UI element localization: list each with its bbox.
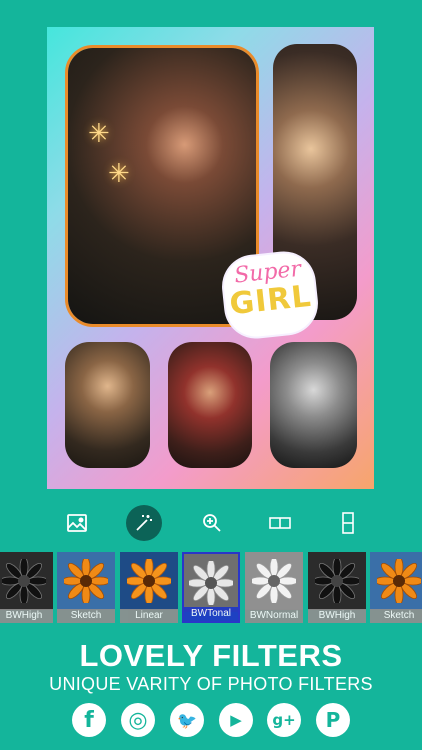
magic-wand-icon[interactable] <box>126 505 162 541</box>
pinterest-icon[interactable]: P <box>316 703 350 737</box>
split-horizontal-icon[interactable] <box>262 505 298 541</box>
collage-photo-3[interactable] <box>65 342 150 468</box>
sparkler-glow: ✳ <box>108 158 130 188</box>
pinterest-glyph: P <box>325 708 341 732</box>
filter-thumb-sketch[interactable]: Sketch <box>57 552 115 623</box>
promo-subline: UNIQUE VARITY OF PHOTO FILTERS <box>49 674 373 694</box>
zoom-icon[interactable] <box>194 505 230 541</box>
flower-preview <box>189 561 233 605</box>
filter-label: Sketch <box>57 609 115 623</box>
filter-label: BWTonal <box>184 607 238 621</box>
super-girl-sticker[interactable]: Super GIRL <box>221 250 319 340</box>
sparkler-glow: ✳ <box>88 118 110 148</box>
edit-toolbar <box>0 502 422 544</box>
filter-thumb-bwnormal[interactable]: BWNormal <box>245 552 303 623</box>
split-vertical-icon[interactable] <box>330 505 366 541</box>
flower-preview <box>315 559 359 603</box>
google-plus-icon[interactable]: g+ <box>267 703 301 737</box>
filter-thumb-bwtonal[interactable]: BWTonal <box>182 552 240 623</box>
filter-label: Linear <box>120 609 178 623</box>
youtube-glyph: ▶ <box>230 711 242 729</box>
flower-preview <box>252 559 296 603</box>
filter-thumb-linear[interactable]: Linear <box>120 552 178 623</box>
collage-photo-5[interactable] <box>270 342 357 468</box>
flower-preview <box>64 559 108 603</box>
filter-label: BWHigh <box>308 609 366 623</box>
flower-preview <box>2 559 46 603</box>
instagram-glyph: ◎ <box>128 707 148 733</box>
filter-thumb-bwhigh-2[interactable]: BWHigh <box>308 552 366 623</box>
filter-thumb-bwhigh[interactable]: BWHigh <box>0 552 53 623</box>
sticker-line-2: GIRL <box>227 278 314 323</box>
google-plus-glyph: g+ <box>272 711 296 729</box>
flower-preview <box>377 559 421 603</box>
instagram-icon[interactable]: ◎ <box>121 703 155 737</box>
filter-label: BWNormal <box>245 609 303 623</box>
facebook-icon[interactable]: f <box>72 703 106 737</box>
filter-label: Sketch <box>370 609 422 623</box>
filter-strip[interactable]: BWHigh Sketch Linear BWTonal BWNormal BW… <box>0 552 422 625</box>
promo-headline: LOVELY FILTERS <box>79 638 343 673</box>
twitter-icon[interactable]: 🐦 <box>170 703 204 737</box>
flower-preview <box>127 559 171 603</box>
collage-photo-4[interactable] <box>168 342 252 468</box>
filter-thumb-sketch-2[interactable]: Sketch <box>370 552 422 623</box>
facebook-glyph: f <box>84 707 94 733</box>
youtube-icon[interactable]: ▶ <box>219 703 253 737</box>
image-icon[interactable] <box>59 505 95 541</box>
collage-canvas[interactable]: ✳ ✳ Super GIRL <box>47 27 374 489</box>
twitter-glyph: 🐦 <box>177 710 197 730</box>
filter-label: BWHigh <box>0 609 53 623</box>
